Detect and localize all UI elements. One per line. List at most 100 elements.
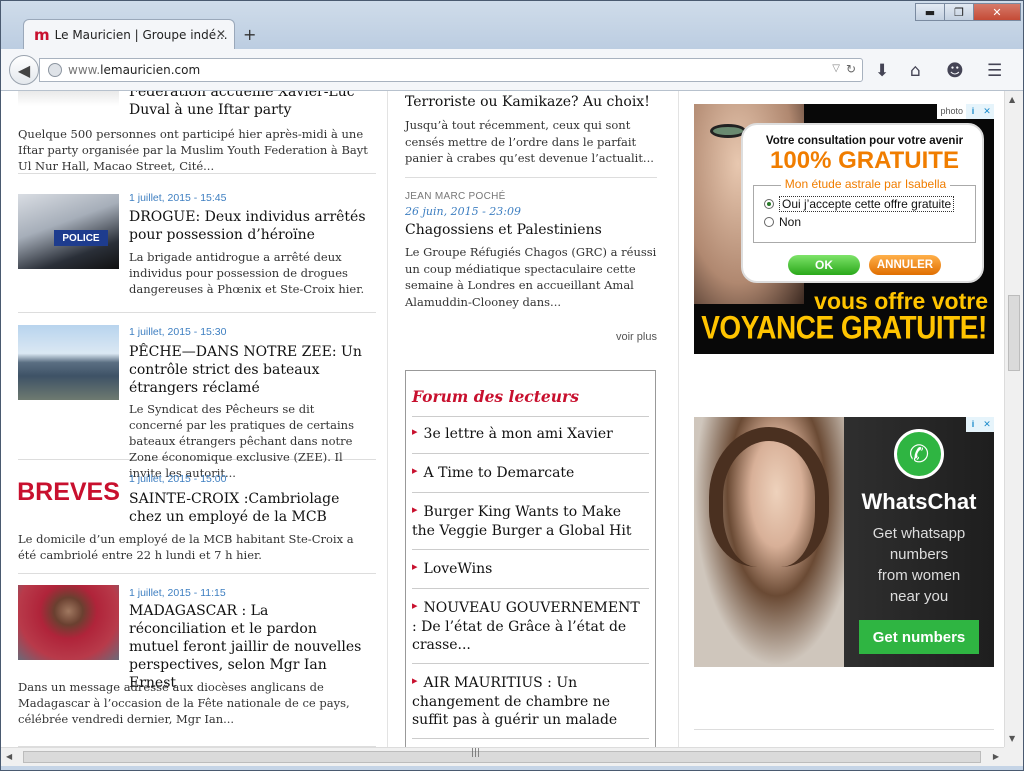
tab-close-icon[interactable]: ✕ [216,27,226,41]
forum-item-label[interactable]: Burger King Wants to Make the Veggie Bur… [412,504,631,539]
forum-item-label[interactable]: A Time to Demarcate [424,465,575,481]
horizontal-scrollbar[interactable]: ◀ ||| ▶ [1,747,1004,766]
whatschat-ad[interactable]: i ✕ ✆ WhatsChat Get whatsapp numbers fro… [694,417,994,667]
opinion-title[interactable]: Chagossiens et Palestiniens [405,221,657,239]
ad-headline: VOYANCE GRATUITE! [701,309,987,346]
globe-icon [48,63,62,77]
ad-option-no-label[interactable]: Non [779,215,801,229]
voir-plus-link[interactable]: voir plus [616,331,657,343]
home-icon[interactable]: ⌂ [910,61,921,81]
ad-choices-badge[interactable]: photo i ✕ [937,104,994,119]
back-button[interactable]: ◀ [9,55,39,85]
menu-icon[interactable]: ☰ [987,61,1002,81]
article-headline[interactable]: DROGUE: Deux individus arrêtés pour poss… [129,208,369,244]
forum-box: Forum des lecteurs ▸ 3e lettre à mon ami … [405,370,656,747]
article-headline[interactable]: Fédération accueille Xavier-Luc Duval à … [129,91,369,119]
scrollbar-corner [1004,747,1023,766]
article-summary: Le domicile d’un employé de la MCB habit… [18,532,354,562]
site-favicon: m [34,25,50,44]
forum-item-label[interactable]: LoveWins [424,561,493,577]
forum-item[interactable]: ▸ LoveWins [412,560,644,579]
article-thumbnail[interactable] [18,585,119,660]
address-bar[interactable]: www. lemauricien.com ▽ ↻ [39,58,863,82]
divider [412,416,649,417]
ad-copy-line: Get whatsapp [872,525,966,542]
forum-item[interactable]: ▸ 3e lettre à mon ami Xavier [412,425,644,444]
divider [694,729,994,730]
news-article[interactable]: POLICE 1 juillet, 2015 - 15:45 DROGUE: D… [18,186,376,313]
scroll-up-arrow-icon[interactable]: ▲ [1009,95,1015,104]
ad-hair-shape [709,427,829,567]
vertical-scrollbar[interactable]: ▲ ▼ [1004,91,1023,747]
ad-copy-line: from women [877,567,961,584]
ad-cancel-button[interactable]: ANNULER [869,255,941,275]
forum-item-label[interactable]: NOUVEAU GOUVERNEMENT : De l’état de Grâc… [412,600,640,653]
ad-close-icon[interactable]: ✕ [980,417,994,432]
smiley-feedback-icon[interactable]: ☻ [946,61,964,81]
ad-close-icon[interactable]: ✕ [980,104,994,119]
ad-legend-text: Mon étude astrale par Isabella [780,177,951,191]
news-article[interactable]: BREVES 1 juillet, 2015 - 15:00 SAINTE-CR… [18,460,376,574]
ad-option-no[interactable]: Non [764,215,801,229]
opinion-summary: Jusqu’à tout récemment, ceux qui sont ce… [405,118,654,165]
close-window-button[interactable]: ✕ [973,3,1021,21]
scroll-grip-icon: ||| [471,748,481,758]
voyance-ad[interactable]: photo i ✕ Votre consultation pour votre … [694,104,994,354]
reload-icon[interactable]: ↻ [846,62,856,76]
minimize-button[interactable]: ▬ [915,3,945,21]
ad-legend: Mon étude astrale par Isabella [754,177,977,191]
new-tab-button[interactable]: + [243,25,256,44]
opinion-article[interactable]: JEAN MARC POCHÉ 26 juin, 2015 - 23:09 Ch… [405,191,657,310]
forum-item[interactable]: ▸ Burger King Wants to Make the Veggie Bu… [412,503,644,540]
forum-item-label[interactable]: AIR MAURITIUS : Un changement de chambre… [412,675,617,728]
ad-ok-button[interactable]: OK [788,255,860,275]
article-headline[interactable]: SAINTE-CROIX :Cambriolage chez un employ… [129,490,369,526]
scroll-left-arrow-icon[interactable]: ◀ [6,752,12,761]
forum-item[interactable]: ▸ NOUVEAU GOUVERNEMENT : De l’état de Grâ… [412,599,644,654]
ad-choices-badge[interactable]: i ✕ [966,417,994,432]
ad-option-yes-label[interactable]: Oui j’accepte cette offre gratuite [779,196,955,212]
radio-checked-icon[interactable] [764,199,774,209]
article-summary: Quelque 500 personnes ont participé hier… [18,127,368,173]
news-article[interactable]: 1 juillet, 2015 - 11:15 MADAGASCAR : La … [18,574,376,747]
scroll-right-arrow-icon[interactable]: ▶ [993,752,999,761]
forum-item-label[interactable]: 3e lettre à mon ami Xavier [424,426,613,442]
forum-item[interactable]: ▸ A Time to Demarcate [412,464,644,483]
divider [412,492,649,493]
ad-option-yes[interactable]: Oui j’accepte cette offre gratuite [764,196,955,212]
ad-info-icon[interactable]: i [966,417,980,432]
navigation-bar: ◀ www. lemauricien.com ▽ ↻ ⬇ ⌂ ☻ ☰ [1,49,1023,91]
article-headline[interactable]: PÊCHE—DANS NOTRE ZEE: Un contrôle strict… [129,343,369,397]
article-thumbnail[interactable] [18,91,119,106]
news-article[interactable]: Fédération accueille Xavier-Luc Duval à … [18,91,376,174]
window-controls: ▬ ❐ ✕ [915,3,1021,21]
get-numbers-button[interactable]: Get numbers [859,620,979,654]
opinion-author[interactable]: JEAN MARC POCHÉ [405,191,657,202]
opinion-column: Terroriste ou Kamikaze? Au choix! Jusqu’… [387,91,679,747]
forum-item[interactable]: ▸ AIR MAURITIUS : Un changement de chambr… [412,674,644,729]
ad-dialog-title: Votre consultation pour votre avenir [765,135,964,147]
divider [412,738,649,739]
article-thumbnail[interactable] [18,325,119,400]
download-icon[interactable]: ⬇ [875,61,889,81]
opinion-title[interactable]: Terroriste ou Kamikaze? Au choix! [405,93,657,111]
url-dropdown-icon[interactable]: ▽ [832,63,840,74]
divider [412,588,649,589]
maximize-button[interactable]: ❐ [944,3,974,21]
scroll-down-arrow-icon[interactable]: ▼ [1009,734,1015,743]
ad-info-icon[interactable]: i [966,104,980,119]
opinion-date: 26 juin, 2015 - 23:09 [405,205,521,218]
browser-tab[interactable]: m Le Mauricien | Groupe indé... ✕ [23,19,235,49]
opinion-article[interactable]: Terroriste ou Kamikaze? Au choix! Jusqu’… [405,93,657,167]
vertical-scroll-thumb[interactable] [1008,295,1020,371]
divider [405,177,657,178]
news-article[interactable]: 1 juillet, 2015 - 15:30 PÊCHE—DANS NOTRE… [18,313,376,480]
bullet-icon: ▸ [412,425,418,438]
horizontal-scroll-thumb[interactable] [23,751,981,763]
breves-thumbnail[interactable]: BREVES [18,470,119,515]
forum-title: Forum des lecteurs [412,387,579,406]
radio-unchecked-icon[interactable] [764,217,774,227]
article-summary: La brigade antidrogue a arrêté deux indi… [129,250,365,296]
article-thumbnail[interactable]: POLICE [18,194,119,269]
ad-brand-title: WhatsChat [861,489,977,514]
